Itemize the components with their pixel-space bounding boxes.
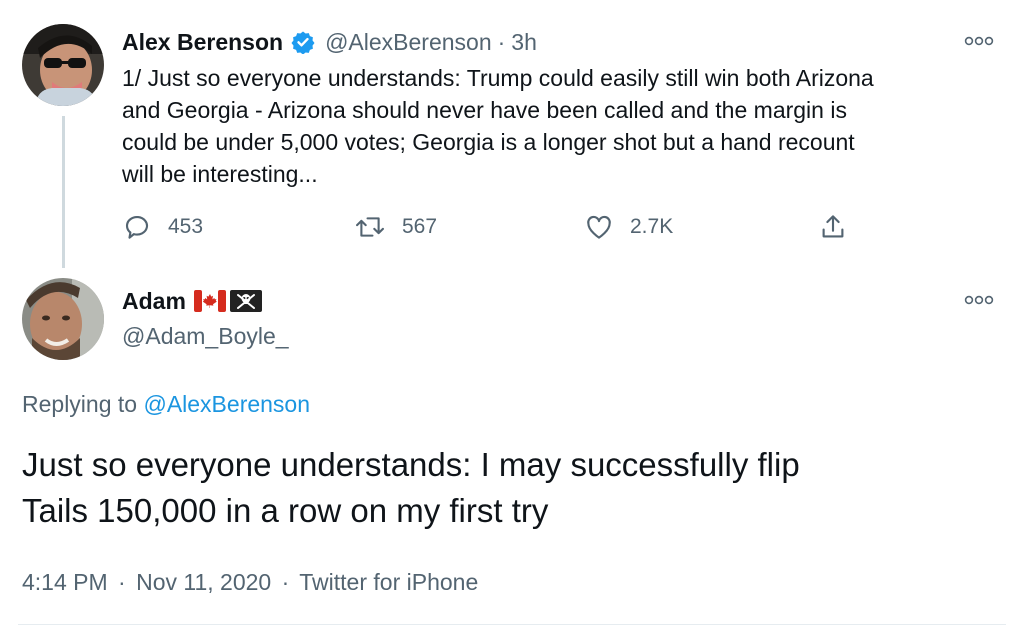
more-icon[interactable] [964, 34, 994, 52]
retweet-icon [354, 212, 386, 242]
like-icon [584, 212, 614, 242]
tweet-text-line: Tails 150,000 in a row on my first try [22, 492, 549, 529]
author-handle[interactable]: @Adam_Boyle_ [122, 320, 289, 352]
verified-badge-icon [291, 30, 315, 54]
replying-to-handle[interactable]: @AlexBerenson [143, 391, 310, 417]
reply-tweet-header: Adam [122, 285, 262, 317]
tweet-text-line: Just so everyone understands: I may succ… [22, 446, 800, 483]
tweet-text-line: and Georgia - Arizona should never have … [122, 97, 847, 123]
retweet-count: 567 [402, 215, 438, 238]
author-handle[interactable]: @AlexBerenson [325, 29, 492, 56]
tweet-text-line: will be interesting... [122, 161, 318, 187]
tweet-date[interactable]: Nov 11, 2020 [136, 569, 271, 595]
reply-tweet-text: Just so everyone understands: I may succ… [22, 442, 800, 534]
share-action[interactable] [818, 210, 848, 244]
reply-action[interactable]: 453 [122, 210, 203, 244]
replying-to-label: Replying to [22, 391, 138, 417]
parent-tweet-header: Alex Berenson @AlexBerenson · 3h [122, 26, 537, 58]
divider [18, 624, 1006, 625]
avatar-adam[interactable] [22, 278, 104, 360]
header-separator: · [497, 28, 506, 55]
meta-separator: · [118, 569, 126, 595]
author-name[interactable]: Alex Berenson [122, 29, 283, 56]
replying-to: Replying to @AlexBerenson [22, 388, 310, 420]
tweet-text-line: could be under 5,000 votes; Georgia is a… [122, 129, 855, 155]
avatar-alex-berenson[interactable] [22, 24, 104, 106]
parent-tweet-text: 1/ Just so everyone understands: Trump c… [122, 62, 874, 190]
skull-crossbones-icon [229, 290, 262, 312]
reply-icon [122, 212, 152, 242]
tweet-source[interactable]: Twitter for iPhone [299, 569, 478, 595]
tweet-time[interactable]: 4:14 PM [22, 569, 108, 595]
reply-count: 453 [168, 215, 204, 238]
more-icon[interactable] [964, 293, 994, 311]
meta-separator: · [281, 569, 290, 595]
retweet-action[interactable]: 567 [354, 210, 437, 244]
author-name[interactable]: Adam [122, 288, 186, 315]
tweet-time[interactable]: 3h [511, 29, 537, 56]
tweet-text-line: 1/ Just so everyone understands: Trump c… [122, 65, 874, 91]
like-action[interactable]: 2.7K [584, 210, 673, 244]
thread-connector-line [62, 116, 65, 268]
canada-flag-icon [193, 290, 226, 312]
tweet-meta: 4:14 PM · Nov 11, 2020 · Twitter for iPh… [22, 566, 478, 598]
share-icon [818, 212, 848, 242]
like-count: 2.7K [630, 215, 674, 238]
